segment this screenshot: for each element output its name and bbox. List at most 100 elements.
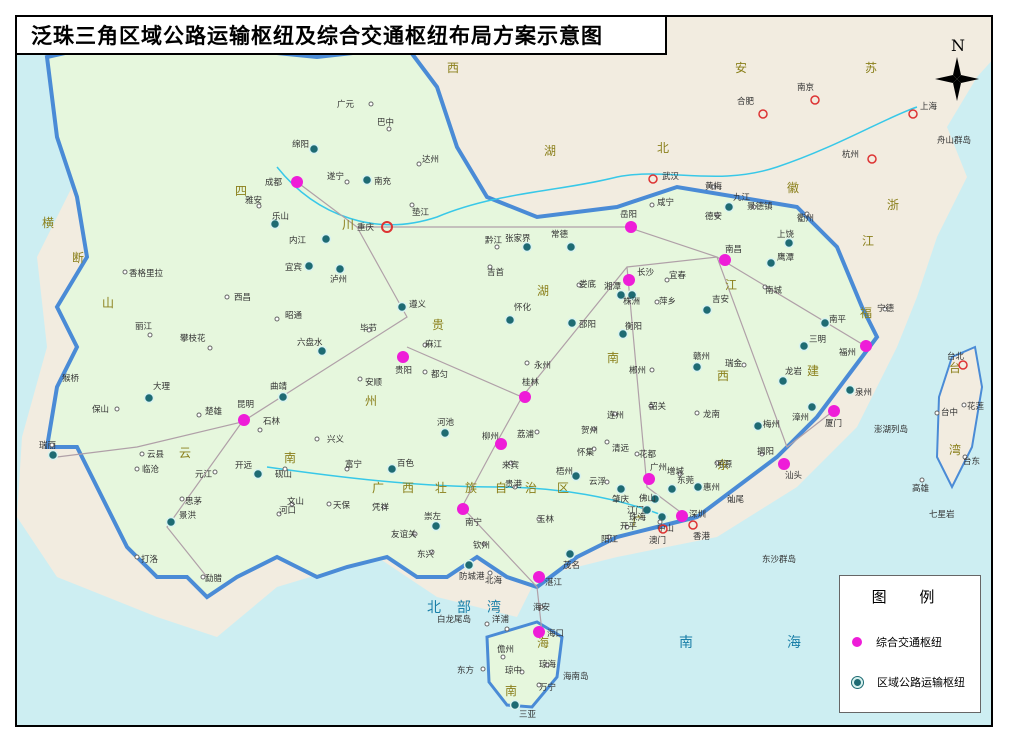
svg-text:澳门: 澳门 (649, 535, 666, 546)
svg-text:打洛: 打洛 (141, 554, 159, 565)
svg-text:上海: 上海 (920, 101, 938, 112)
minor-place: 舟山群岛 (937, 135, 971, 146)
svg-text:楚雄: 楚雄 (205, 406, 223, 417)
svg-text:长沙: 长沙 (637, 267, 655, 278)
province-label: 安 (735, 60, 747, 75)
svg-text:钦州: 钦州 (473, 540, 490, 551)
svg-text:崇左: 崇左 (424, 511, 442, 522)
svg-text:韶关: 韶关 (649, 401, 667, 412)
minor-place: 衢州 (797, 211, 814, 224)
minor-place: 开平 (620, 522, 638, 532)
province-label: 断 (72, 250, 84, 265)
province-label: 徽 (787, 180, 799, 195)
svg-text:德安: 德安 (705, 211, 722, 222)
svg-text:怀化: 怀化 (514, 302, 532, 313)
svg-text:合肥: 合肥 (737, 96, 755, 107)
svg-text:东方: 东方 (457, 665, 474, 676)
svg-text:连州: 连州 (607, 410, 624, 421)
svg-text:雅安: 雅安 (245, 195, 262, 206)
svg-text:百色: 百色 (397, 458, 415, 469)
svg-text:景德镇: 景德镇 (747, 201, 773, 212)
province-label: 湖 (544, 143, 556, 158)
svg-text:广元: 广元 (337, 99, 355, 110)
regional-hub[interactable]: 佛山 (639, 493, 661, 505)
svg-text:西昌: 西昌 (234, 293, 251, 303)
province-label: 建 (807, 364, 819, 378)
svg-text:保山: 保山 (92, 404, 109, 415)
province-label: 州 (365, 394, 377, 408)
province-label: 区 (557, 481, 569, 495)
svg-text:吉首: 吉首 (487, 267, 505, 278)
svg-text:宜春: 宜春 (669, 270, 687, 281)
svg-text:南城: 南城 (765, 285, 783, 296)
svg-text:友谊关: 友谊关 (391, 529, 417, 540)
svg-text:阳江: 阳江 (601, 535, 619, 545)
minor-place: 景德镇 (747, 201, 773, 212)
svg-text:高雄: 高雄 (912, 483, 930, 494)
svg-text:衢州: 衢州 (797, 213, 814, 224)
svg-text:曲靖: 曲靖 (270, 381, 288, 392)
svg-text:澎湖列岛: 澎湖列岛 (874, 424, 908, 435)
minor-place: 香格里拉 (122, 268, 164, 279)
legend-label: 综合交通枢纽 (876, 636, 942, 649)
minor-place: 东兴 (417, 549, 435, 560)
svg-text:东兴: 东兴 (417, 549, 435, 560)
svg-text:富宁: 富宁 (345, 459, 362, 470)
svg-text:瑞金: 瑞金 (725, 358, 743, 369)
title-box: 泛珠三角区域公路运输枢纽及综合交通枢纽布局方案示意图 (17, 17, 667, 55)
svg-text:台北: 台北 (947, 351, 965, 362)
province-label: 西 (447, 61, 459, 75)
svg-text:龙南: 龙南 (703, 409, 720, 420)
svg-text:绵阳: 绵阳 (292, 139, 309, 150)
svg-text:黔江: 黔江 (485, 235, 503, 246)
svg-text:丽江: 丽江 (135, 322, 153, 332)
svg-text:景洪: 景洪 (179, 510, 197, 521)
minor-place: 琼中 (505, 665, 525, 676)
svg-text:汕尾: 汕尾 (727, 494, 745, 505)
svg-text:花都: 花都 (639, 449, 657, 460)
province-label: 西 (402, 481, 414, 495)
province-label: 苏 (865, 61, 877, 75)
svg-text:惠州: 惠州 (703, 482, 720, 493)
svg-text:垫江: 垫江 (412, 207, 430, 218)
svg-text:舟山群岛: 舟山群岛 (937, 135, 971, 146)
svg-text:六盘水: 六盘水 (297, 337, 323, 348)
province-label: 横 (42, 216, 54, 230)
province-label: 福 (860, 305, 872, 320)
svg-text:黄梅: 黄梅 (705, 181, 723, 192)
minor-place: 德安 (705, 211, 722, 222)
svg-text:开平: 开平 (620, 522, 638, 532)
minor-place: 万宁 (536, 682, 556, 693)
svg-text:南充: 南充 (374, 176, 392, 187)
svg-text:都匀: 都匀 (431, 369, 448, 380)
svg-text:张家界: 张家界 (505, 233, 531, 244)
minor-place: 汕尾 (727, 494, 745, 505)
svg-text:湛江: 湛江 (545, 578, 563, 588)
province-label: 湖 (537, 283, 549, 298)
svg-text:邵阳: 邵阳 (579, 320, 596, 330)
map-title: 泛珠三角区域公路运输枢纽及综合交通枢纽布局方案示意图 (31, 23, 603, 48)
svg-text:安顺: 安顺 (365, 377, 383, 388)
svg-text:白龙尾岛: 白龙尾岛 (437, 614, 471, 625)
svg-text:柳州: 柳州 (482, 431, 499, 442)
svg-text:昆明: 昆明 (237, 400, 254, 410)
svg-text:北海: 北海 (485, 575, 503, 586)
svg-text:肇庆: 肇庆 (612, 494, 630, 505)
svg-text:三亚: 三亚 (519, 710, 537, 720)
province-label: 治 (525, 481, 537, 495)
svg-text:乐山: 乐山 (272, 211, 289, 222)
svg-text:揭阳: 揭阳 (757, 446, 774, 457)
minor-place: 麻江 (422, 339, 443, 350)
minor-place: 增城 (667, 466, 685, 477)
svg-text:香格里拉: 香格里拉 (129, 268, 164, 279)
regional-hub[interactable]: 惠州 (692, 481, 721, 493)
province-label: 西 (717, 369, 729, 383)
svg-text:玉林: 玉林 (537, 514, 555, 525)
svg-text:泉州: 泉州 (855, 387, 872, 398)
svg-text:茂名: 茂名 (563, 560, 580, 571)
province-label: 南 (607, 350, 619, 365)
svg-text:毕节: 毕节 (360, 323, 378, 334)
minor-place: 钦州 (473, 540, 490, 551)
legend: 图 例 综合交通枢纽 区域公路运输枢纽 (839, 575, 981, 713)
svg-text:大理: 大理 (153, 381, 171, 392)
